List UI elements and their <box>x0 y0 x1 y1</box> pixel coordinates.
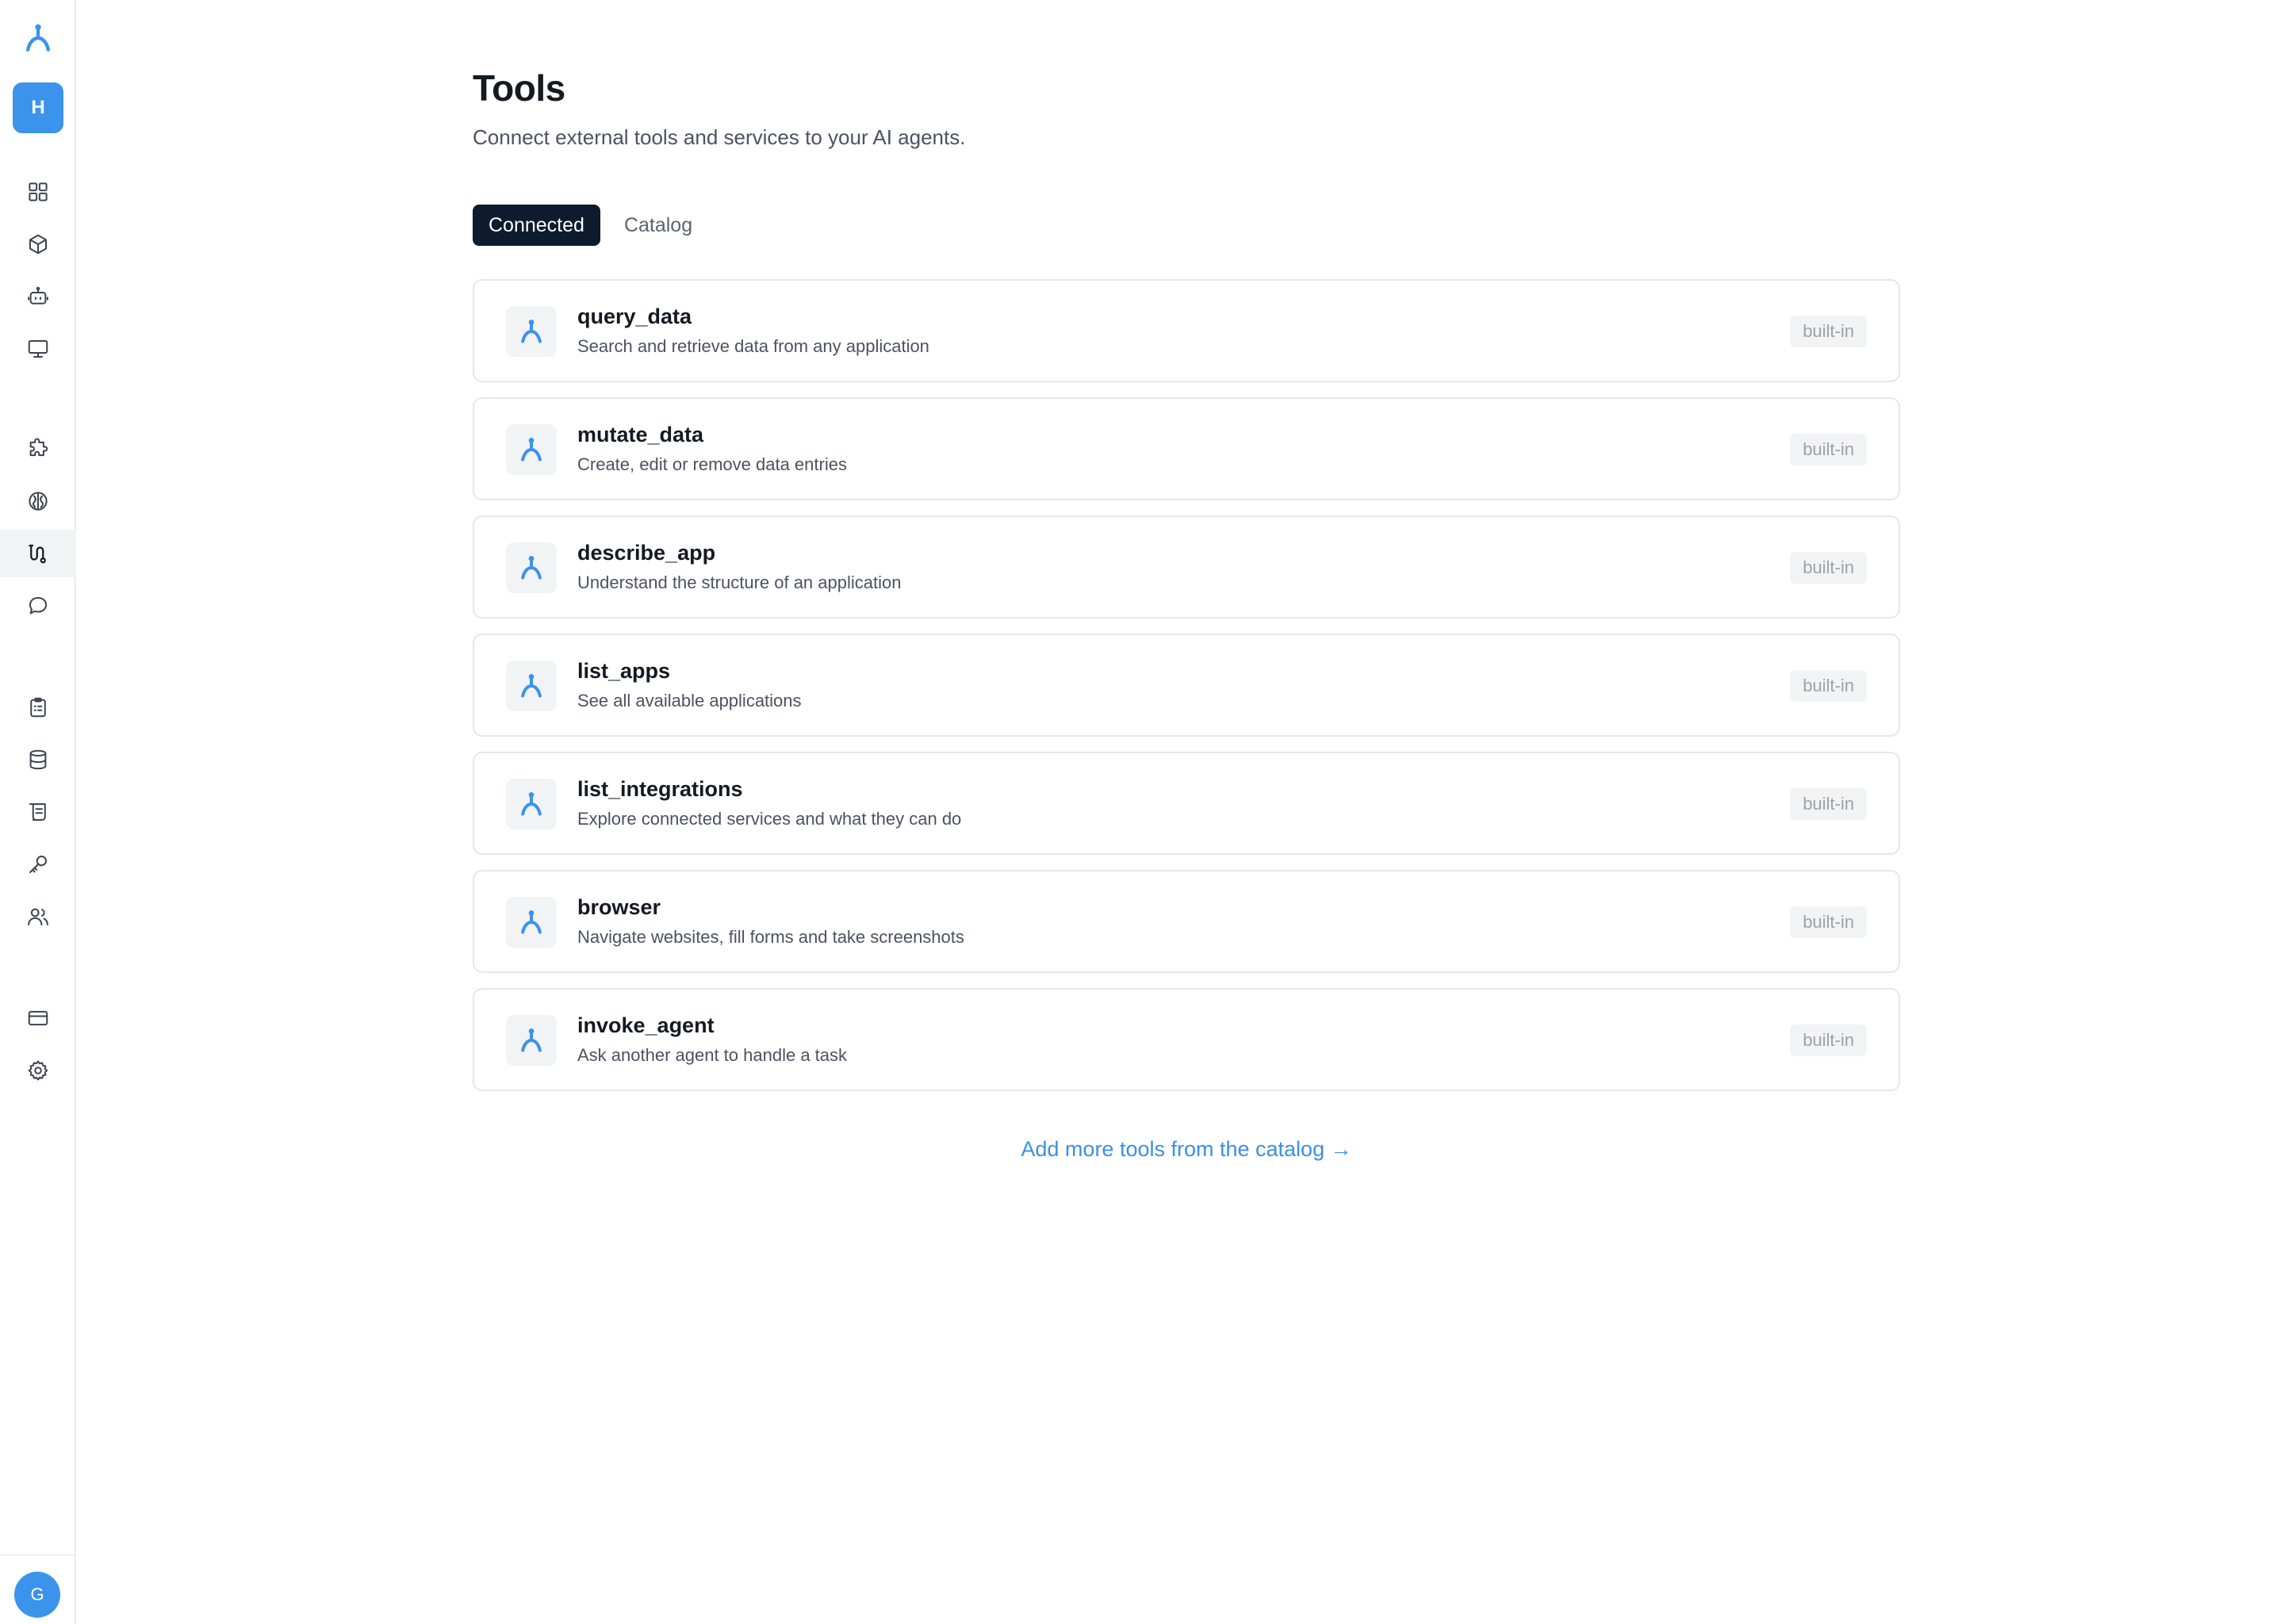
tool-description: Explore connected services and what they… <box>577 809 962 829</box>
tool-name: list_apps <box>577 659 671 683</box>
user-avatar[interactable]: G <box>14 1572 60 1618</box>
tool-name: list_integrations <box>577 777 743 801</box>
clipboard-icon <box>30 697 46 718</box>
sidebar-item-team[interactable] <box>0 893 76 940</box>
tool-logo-icon <box>506 661 557 711</box>
tool-logo-icon <box>506 1015 557 1066</box>
tool-card[interactable]: browser Navigate websites, fill forms an… <box>473 870 1900 973</box>
tool-description: See all available applications <box>577 691 802 710</box>
tool-description: Understand the structure of an applicati… <box>577 573 902 592</box>
key-icon <box>29 856 47 873</box>
sidebar-item-settings[interactable] <box>0 1047 76 1094</box>
monitor-icon <box>28 340 48 358</box>
tool-card[interactable]: list_apps See all available applications… <box>473 634 1900 737</box>
page-subtitle: Connect external tools and services to y… <box>473 125 966 149</box>
sidebar-item-api-keys[interactable] <box>0 841 76 888</box>
built-in-badge: built-in <box>1790 552 1867 584</box>
tool-description: Ask another agent to handle a task <box>577 1045 848 1065</box>
built-in-badge: built-in <box>1790 788 1867 820</box>
users-icon <box>28 908 48 925</box>
tab-catalog[interactable]: Catalog <box>608 205 708 246</box>
sidebar-item-billing[interactable] <box>0 994 76 1042</box>
built-in-badge: built-in <box>1790 906 1867 938</box>
tool-logo-icon <box>506 779 557 829</box>
sidebar-item-apps[interactable] <box>0 220 76 268</box>
sidebar-item-database[interactable] <box>0 736 76 783</box>
sidebar: H G <box>0 0 76 1624</box>
gear-icon <box>28 1060 48 1081</box>
tool-logo-icon <box>506 542 557 593</box>
tab-bar: Connected Catalog <box>473 205 708 246</box>
grid-icon <box>29 182 48 201</box>
tool-logo-icon <box>506 306 557 357</box>
scroll-icon <box>29 803 46 821</box>
database-icon <box>29 749 47 770</box>
tab-connected[interactable]: Connected <box>473 205 600 246</box>
tool-card[interactable]: mutate_data Create, edit or remove data … <box>473 397 1900 500</box>
add-tools-from-catalog-link[interactable]: Add more tools from the catalog → <box>473 1137 1900 1162</box>
built-in-badge: built-in <box>1790 434 1867 465</box>
tool-description: Create, edit or remove data entries <box>577 454 847 474</box>
tool-name: mutate_data <box>577 423 704 446</box>
tools-icon <box>29 544 46 564</box>
brain-icon <box>29 492 48 511</box>
tool-name: invoke_agent <box>577 1013 715 1037</box>
built-in-badge: built-in <box>1790 1025 1867 1056</box>
sidebar-item-agents[interactable] <box>0 273 76 320</box>
tool-card[interactable]: list_integrations Explore connected serv… <box>473 752 1900 855</box>
tool-list: query_data Search and retrieve data from… <box>473 279 1900 1106</box>
workspace-initial: H <box>31 97 45 118</box>
tool-card[interactable]: describe_app Understand the structure of… <box>473 515 1900 619</box>
sidebar-item-tasks[interactable] <box>0 684 76 731</box>
sidebar-item-interfaces[interactable] <box>0 325 76 373</box>
cube-icon <box>29 234 47 255</box>
tool-card[interactable]: query_data Search and retrieve data from… <box>473 279 1900 382</box>
tool-logo-icon <box>506 424 557 475</box>
built-in-badge: built-in <box>1790 670 1867 702</box>
sidebar-item-dashboard[interactable] <box>0 168 76 216</box>
sidebar-item-knowledge[interactable] <box>0 477 76 525</box>
tool-card[interactable]: invoke_agent Ask another agent to handle… <box>473 988 1900 1091</box>
built-in-badge: built-in <box>1790 316 1867 347</box>
app-logo-icon[interactable] <box>19 19 57 57</box>
sidebar-item-logs[interactable] <box>0 788 76 836</box>
sidebar-item-tools[interactable] <box>0 530 76 577</box>
tool-logo-icon <box>506 897 557 948</box>
sidebar-item-integrations[interactable] <box>0 425 76 473</box>
user-initial: G <box>30 1584 44 1604</box>
tool-description: Search and retrieve data from any applic… <box>577 336 929 356</box>
workspace-switcher[interactable]: H <box>13 82 63 133</box>
sidebar-item-chat[interactable] <box>0 582 76 630</box>
tool-name: query_data <box>577 304 692 328</box>
tool-description: Navigate websites, fill forms and take s… <box>577 927 964 947</box>
sidebar-divider <box>0 1554 76 1556</box>
tool-name: browser <box>577 895 661 919</box>
puzzle-icon <box>29 438 48 457</box>
chat-bubble-icon <box>29 597 47 615</box>
tool-name: describe_app <box>577 541 716 565</box>
page-title: Tools <box>473 67 565 109</box>
credit-card-icon <box>28 1010 48 1026</box>
robot-icon <box>28 286 48 304</box>
